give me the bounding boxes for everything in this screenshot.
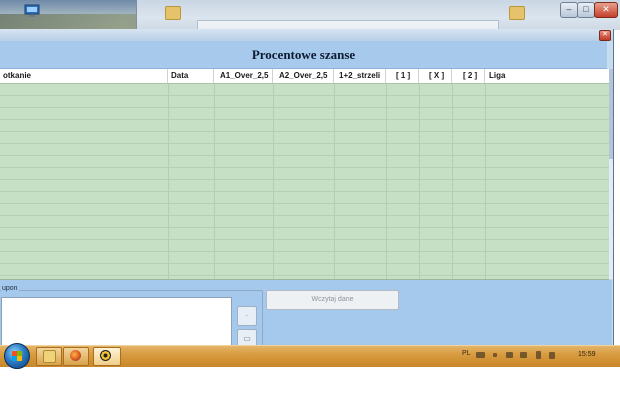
column-header-a1-over[interactable]: A1_Over_2,5 [214,69,273,83]
folder-icon [509,6,525,20]
column-header-liga[interactable]: Liga [485,69,609,83]
page-title: Procentowe szanse [251,47,356,62]
grid-body [0,84,609,279]
close-icon[interactable]: ✕ [594,2,618,18]
column-divider [273,84,274,279]
vertical-scrollbar[interactable] [609,69,613,279]
table-row[interactable] [0,252,609,264]
language-indicator[interactable]: PL [462,350,471,357]
kupon-label: upon [1,285,19,292]
kupon-list[interactable] [1,297,232,351]
column-divider [452,84,453,279]
table-row[interactable] [0,120,609,132]
table-row[interactable] [0,192,609,204]
column-divider [386,84,387,279]
table-row[interactable] [0,168,609,180]
column-divider [334,84,335,279]
column-header-spotkanie[interactable]: otkanie [0,69,168,83]
taskbar: PL 15:59 [0,343,620,369]
windows-logo-icon [12,351,22,361]
column-divider [485,84,486,279]
main-window: ✕ Procentowe szanse otkanie Data A1_Over… [0,29,614,352]
taskbar-explorer-button[interactable] [36,347,62,366]
scrollbar-thumb[interactable] [609,69,613,159]
table-row[interactable] [0,84,609,96]
column-divider [168,84,169,279]
network-icon[interactable] [549,352,555,359]
radiation-icon [100,350,111,361]
kupon-group: upon [0,285,263,352]
battery-icon[interactable] [536,351,541,359]
load-data-button[interactable]: Wczytaj dane [266,290,399,310]
column-divider [214,84,215,279]
maximize-icon[interactable]: □ [577,2,595,18]
close-icon[interactable]: ✕ [599,30,611,41]
window-titlebar: ✕ [0,29,613,41]
start-button[interactable] [4,343,30,369]
column-header-x[interactable]: [ X ] [419,69,452,83]
volume-icon[interactable] [520,352,527,358]
table-row[interactable] [0,264,609,276]
data-grid[interactable]: otkanie Data A1_Over_2,5 A2_Over_2,5 1+2… [0,69,609,280]
table-row[interactable] [0,132,609,144]
clock[interactable]: 15:59 [578,351,596,358]
table-row[interactable] [0,228,609,240]
background-window: – □ ✕ [136,0,620,34]
computer-icon[interactable] [24,4,40,18]
column-divider [419,84,420,279]
column-header-2[interactable]: [ 2 ] [452,69,485,83]
table-row[interactable] [0,180,609,192]
table-row[interactable] [0,144,609,156]
column-header-strzeli[interactable]: 1+2_strzeli [334,69,386,83]
firefox-icon [70,350,81,361]
grid-header: otkanie Data A1_Over_2,5 A2_Over_2,5 1+2… [0,69,609,84]
title-panel: Procentowe szanse [0,41,607,69]
dots-button[interactable]: · [237,306,257,326]
table-row[interactable] [0,204,609,216]
taskbar-app-button[interactable] [93,347,121,366]
table-row[interactable] [0,96,609,108]
chevron-up-icon[interactable] [493,353,497,357]
folder-icon [165,6,181,20]
table-row[interactable] [0,240,609,252]
folder-icon [43,350,56,363]
table-row[interactable] [0,216,609,228]
taskbar-firefox-button[interactable] [63,347,89,366]
flag-icon[interactable] [506,352,513,358]
table-row[interactable] [0,156,609,168]
column-header-a2-over[interactable]: A2_Over_2,5 [273,69,334,83]
table-row[interactable] [0,108,609,120]
column-header-1[interactable]: [ 1 ] [386,69,419,83]
keyboard-icon[interactable] [476,352,485,358]
bottom-panel: upon · ▭ Wczytaj dane [0,280,612,352]
minimize-icon[interactable]: – [560,2,578,18]
column-header-data[interactable]: Data [168,69,214,83]
